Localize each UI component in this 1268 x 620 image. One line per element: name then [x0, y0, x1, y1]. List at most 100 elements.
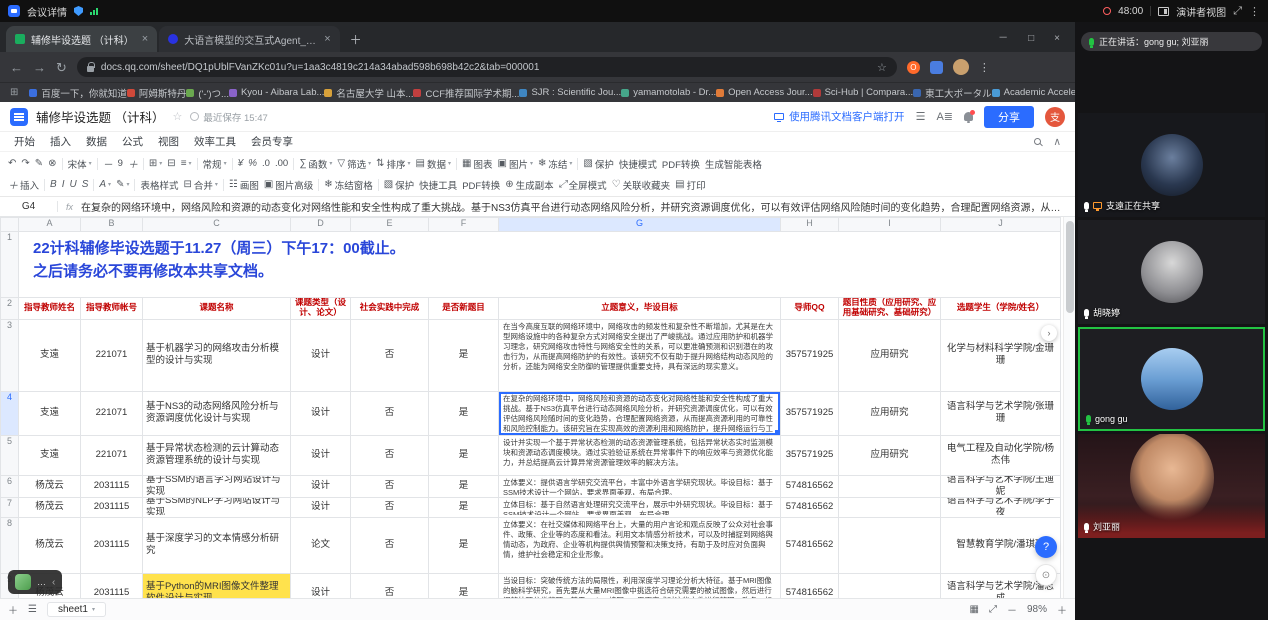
- menu-item[interactable]: 插入: [50, 134, 71, 149]
- toolbar-button[interactable]: ♡ 关联收藏夹: [612, 178, 670, 192]
- toolbar-button[interactable]: ▣ 图片 ▾: [497, 157, 532, 171]
- bookmark-item[interactable]: Open Access Jour...: [716, 87, 813, 98]
- cell-B6[interactable]: 2031115: [80, 475, 143, 498]
- toolbar-button[interactable]: ⊕ 生成副本: [505, 178, 553, 192]
- toolbar-button[interactable]: 常规 ▾: [203, 157, 227, 171]
- cell-E3[interactable]: 否: [350, 319, 429, 392]
- row-number[interactable]: 1: [0, 231, 19, 298]
- sheet-header-cell[interactable]: 题目性质（应用研究、应用基础研究、基础研究）: [838, 297, 941, 320]
- row-number[interactable]: 7: [0, 497, 19, 518]
- scroll-right-button[interactable]: ›: [1041, 325, 1057, 341]
- bookmark-item[interactable]: Academic Acceler...: [991, 87, 1075, 98]
- cell-D7[interactable]: 设计: [290, 497, 351, 518]
- more-icon[interactable]: ⋮: [1249, 5, 1260, 18]
- vertical-scrollbar[interactable]: [1063, 217, 1075, 598]
- cell-H6[interactable]: 574816562: [780, 475, 839, 498]
- menu-item[interactable]: 视图: [158, 134, 179, 149]
- participant-tile[interactable]: gong gu: [1078, 327, 1265, 431]
- zoom-in-button[interactable]: ＋: [1057, 602, 1067, 617]
- cell-D5[interactable]: 设计: [290, 435, 351, 476]
- cell-F4[interactable]: 是: [428, 391, 499, 436]
- cell-D9[interactable]: 设计: [290, 573, 351, 598]
- toolbar-button[interactable]: A ▾: [99, 179, 111, 190]
- help-button[interactable]: ?: [1035, 536, 1057, 558]
- sheet-header-cell[interactable]: 指导教师帐号: [80, 297, 143, 320]
- toolbar-button[interactable]: S: [82, 179, 89, 190]
- toolbar-button[interactable]: ⤢ 全屏模式: [559, 178, 607, 192]
- row-number[interactable]: 8: [0, 517, 19, 574]
- toolbar-button[interactable]: ⇅ 排序 ▾: [376, 157, 410, 171]
- cell-B7[interactable]: 2031115: [80, 497, 143, 518]
- toolbar-button[interactable]: －: [103, 156, 113, 171]
- bookmark-item[interactable]: Kyou - Aibara Lab...: [228, 87, 324, 98]
- row-number[interactable]: 2: [0, 297, 19, 320]
- cell-I4[interactable]: 应用研究: [838, 391, 941, 436]
- tab-close-icon[interactable]: ×: [324, 33, 330, 45]
- spreadsheet-grid[interactable]: A B C D E F G H I J 1 22计科辅修毕设选题于11.27（周三）下午17：00截止…: [0, 217, 1075, 598]
- cell-E7[interactable]: 否: [350, 497, 429, 518]
- cell-I8[interactable]: [838, 517, 941, 574]
- cell-F3[interactable]: 是: [428, 319, 499, 392]
- user-avatar[interactable]: 支: [1045, 106, 1065, 127]
- row-number[interactable]: 5: [0, 435, 19, 476]
- browser-profile-avatar[interactable]: [952, 59, 969, 75]
- cell-G9[interactable]: 当设目标：突破传统方法的局限性，利用深度学习理论分析大特征。基于MRI图像的脑科…: [498, 573, 781, 598]
- cell-J7[interactable]: 语言科学与艺术学院/李子夜: [940, 497, 1061, 518]
- minimize-button[interactable]: －: [989, 29, 1017, 52]
- toolbar-button[interactable]: ＋: [128, 156, 138, 171]
- menu-icon[interactable]: ☰: [916, 110, 926, 123]
- toolbar-button[interactable]: .0: [262, 158, 270, 169]
- cell-E5[interactable]: 否: [350, 435, 429, 476]
- cell-I7[interactable]: [838, 497, 941, 518]
- cell-C3[interactable]: 基于机器学习的网络攻击分析模型的设计与实现: [142, 319, 291, 392]
- cell-J4[interactable]: 语言科学与艺术学院/张珊珊: [940, 391, 1061, 436]
- zoom-out-button[interactable]: －: [1007, 602, 1017, 617]
- forward-icon[interactable]: →: [33, 61, 46, 74]
- floating-panel[interactable]: … ‹: [8, 570, 63, 594]
- toolbar-button[interactable]: ＋插入: [8, 177, 39, 193]
- sheet-header-cell[interactable]: 选题学生（学院/姓名）: [940, 297, 1061, 320]
- cell-G6[interactable]: 立体要义：提供语言学研究交流平台，丰富中外语言学研究现状。毕设目标：基于SSM技…: [498, 475, 781, 498]
- sheet-header-cell[interactable]: 课题名称: [142, 297, 291, 320]
- toolbar-button[interactable]: ▤ 打印: [675, 178, 705, 192]
- cell-A4[interactable]: 支遠: [18, 391, 81, 436]
- cell-B8[interactable]: 2031115: [80, 517, 143, 574]
- toolbar-button[interactable]: I: [62, 179, 65, 190]
- menu-item[interactable]: 数据: [86, 134, 107, 149]
- document-title[interactable]: 辅修毕设选题 （计科）: [36, 107, 164, 126]
- close-button[interactable]: ×: [1045, 33, 1069, 52]
- sheet-header-cell[interactable]: 是否新题目: [428, 297, 499, 320]
- column-header-C[interactable]: C: [142, 217, 291, 232]
- cell-F8[interactable]: 是: [428, 517, 499, 574]
- cell-D6[interactable]: 设计: [290, 475, 351, 498]
- column-header-A[interactable]: A: [18, 217, 81, 232]
- cell-H3[interactable]: 357571925: [780, 319, 839, 392]
- cell-B3[interactable]: 221071: [80, 319, 143, 392]
- column-header-I[interactable]: I: [838, 217, 941, 232]
- apps-grid-icon[interactable]: ⊞: [10, 87, 18, 98]
- cell-J6[interactable]: 语言科学与艺术学院/王迪妮: [940, 475, 1061, 498]
- cell-A3[interactable]: 支遠: [18, 319, 81, 392]
- cell-D4[interactable]: 设计: [290, 391, 351, 436]
- cell-reference-box[interactable]: G4: [0, 201, 58, 212]
- sheet-tab[interactable]: sheet1 ▾: [46, 602, 107, 617]
- cell-C9[interactable]: 基于Python的MRI图像文件整理软件设计与实现: [142, 573, 291, 598]
- cell-A7[interactable]: 杨茂云: [18, 497, 81, 518]
- sheet-header-cell[interactable]: 课题类型（设计、论文）: [290, 297, 351, 320]
- toolbar-button[interactable]: ▧ 保护: [384, 178, 414, 192]
- cell-E9[interactable]: 否: [350, 573, 429, 598]
- row-number[interactable]: 6: [0, 475, 19, 498]
- formula-value[interactable]: 在复杂的网络环境中，网络风险和资源的动态变化对网络性能和安全性构成了重大挑战。基…: [81, 199, 1075, 214]
- sheet-list-icon[interactable]: ☰: [28, 604, 37, 615]
- cell-C6[interactable]: 基于SSM的语言学习网站设计与实现: [142, 475, 291, 498]
- bookmark-item[interactable]: 東工大ポータル: [913, 86, 992, 100]
- extension-puzzle-icon[interactable]: [929, 60, 943, 74]
- toolbar-button[interactable]: 快捷工具: [419, 178, 457, 192]
- cell-F5[interactable]: 是: [428, 435, 499, 476]
- scrollbar-thumb[interactable]: [1066, 221, 1074, 313]
- sheet-header-cell[interactable]: 指导教师姓名: [18, 297, 81, 320]
- cell-E6[interactable]: 否: [350, 475, 429, 498]
- bookmark-item[interactable]: Sci-Hub | Compara...: [812, 87, 913, 98]
- cell-I9[interactable]: [838, 573, 941, 598]
- toolbar-button[interactable]: ⊟ 合并 ▾: [183, 178, 217, 192]
